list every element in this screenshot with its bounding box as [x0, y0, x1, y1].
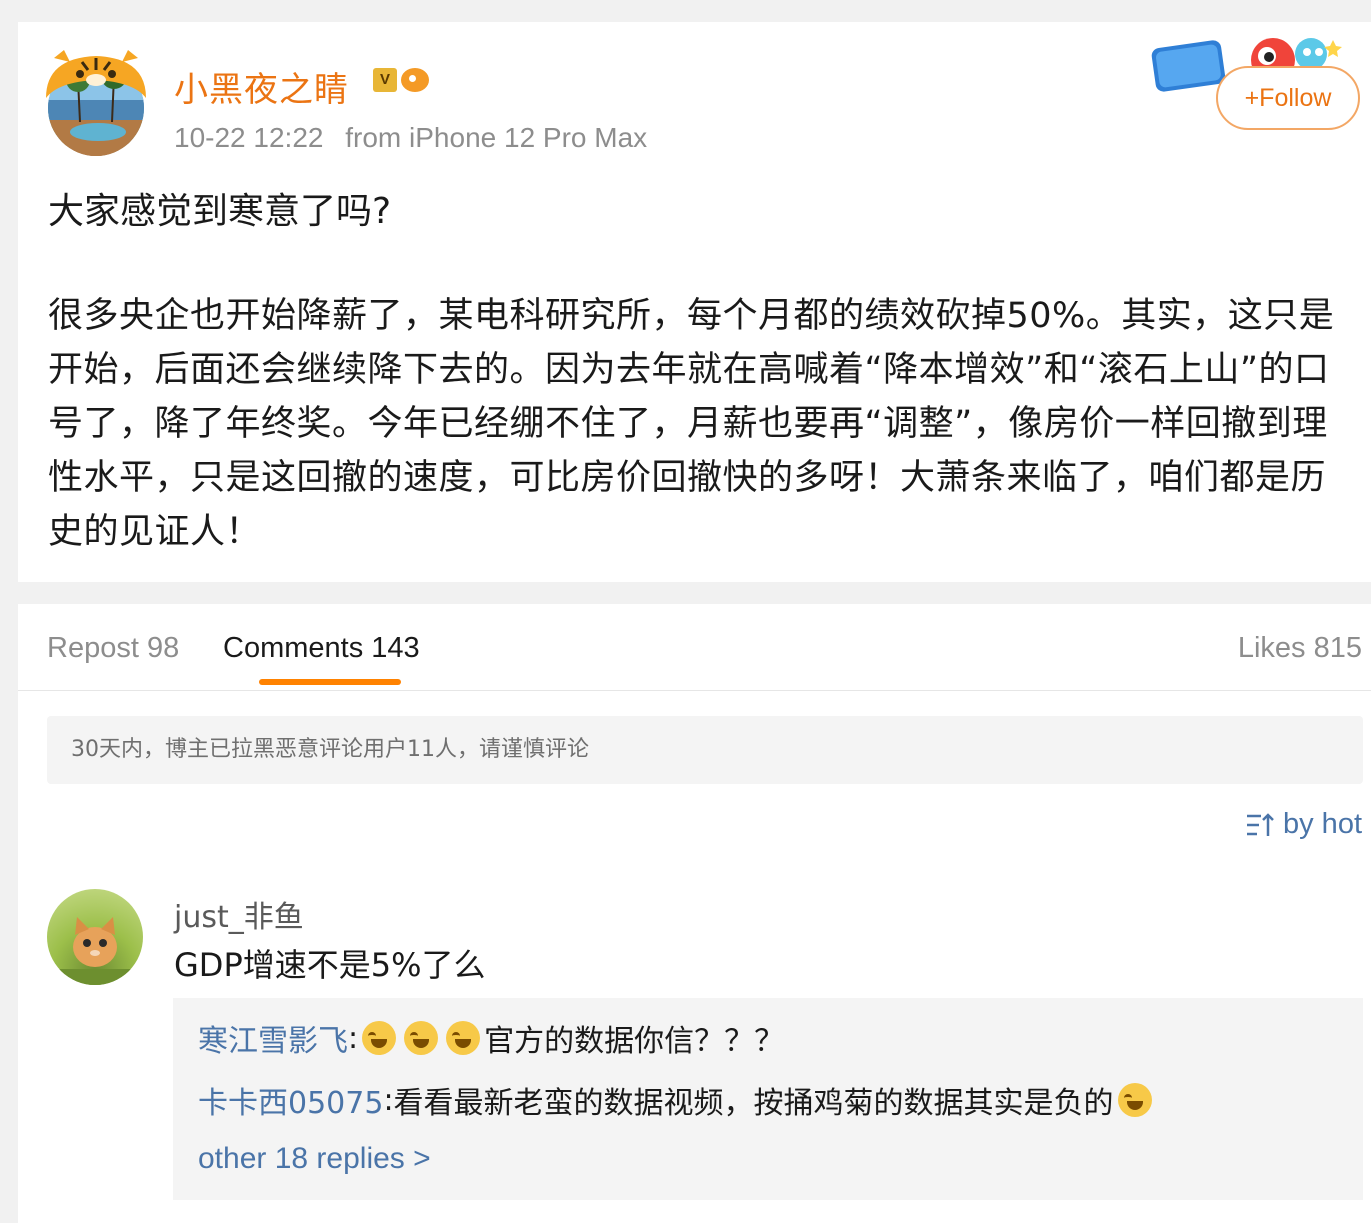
- comment-text: GDP增速不是5%了么: [174, 946, 486, 984]
- tab-comments[interactable]: Comments 143: [223, 632, 420, 665]
- reply-text: 看看最新老蛮的数据视频，按捅鸡菊的数据其实是负的: [393, 1086, 1114, 1121]
- reply-colon: :: [383, 1082, 394, 1118]
- follow-button[interactable]: +Follow: [1216, 66, 1360, 130]
- commenter-avatar[interactable]: [47, 889, 143, 985]
- sort-icon: [1247, 812, 1274, 836]
- reply-text: 官方的数据你信？？？: [484, 1024, 785, 1059]
- post-time: 10-22 12:22: [174, 122, 324, 153]
- vip-badge-icon: V: [373, 68, 397, 92]
- fan-badge-icon: [401, 68, 429, 92]
- laugh-cry-emoji-icon: [446, 1021, 481, 1055]
- comments-section: Repost 98 Comments 143 Likes 815 30天内，博主…: [18, 604, 1371, 1223]
- reply-item: 寒江雪影飞: 官方的数据你信？？？: [198, 1016, 784, 1060]
- reply-username[interactable]: 卡卡西05075: [198, 1078, 383, 1122]
- post-meta: 10-22 12:22 from iPhone 12 Pro Max: [174, 122, 647, 154]
- comment-notice: 30天内，博主已拉黑恶意评论用户11人，请谨慎评论: [47, 716, 1363, 784]
- post-title: 大家感觉到寒意了吗?: [48, 191, 392, 232]
- laugh-cry-emoji-icon: [1117, 1083, 1152, 1117]
- reply-item: 卡卡西05075: 看看最新老蛮的数据视频，按捅鸡菊的数据其实是负的: [198, 1078, 1156, 1122]
- tab-likes[interactable]: Likes 815: [1238, 632, 1362, 665]
- commenter-username[interactable]: just_非鱼: [174, 892, 304, 936]
- active-tab-indicator: [259, 679, 401, 685]
- kitten-avatar-image: [47, 917, 143, 985]
- author-username[interactable]: 小黑夜之睛: [174, 62, 349, 111]
- tab-bar: Repost 98 Comments 143 Likes 815: [18, 604, 1371, 691]
- post-card: 小黑夜之睛 V 10-22 12:22 from iPhone 12 Pro M…: [18, 22, 1371, 582]
- laugh-cry-emoji-icon: [362, 1021, 397, 1055]
- sort-label: by hot: [1283, 808, 1362, 840]
- sort-button[interactable]: by hot: [1245, 808, 1362, 841]
- post-source: from iPhone 12 Pro Max: [345, 122, 648, 153]
- tab-repost[interactable]: Repost 98: [47, 632, 179, 665]
- reply-username[interactable]: 寒江雪影飞: [198, 1016, 348, 1060]
- tiger-frame-icon: [46, 50, 146, 98]
- post-body: 很多央企也开始降薪了，某电科研究所，每个月都的绩效砍掉50%。其实，这只是开始，…: [48, 296, 1335, 552]
- author-badges: V: [373, 68, 429, 92]
- laugh-cry-emoji-icon: [404, 1021, 439, 1055]
- replies-box: 寒江雪影飞: 官方的数据你信？？？ 卡卡西05075: 看看最新老蛮的数据视频，…: [173, 998, 1363, 1200]
- more-replies-link[interactable]: other 18 replies >: [198, 1142, 431, 1176]
- reply-colon: :: [348, 1020, 359, 1056]
